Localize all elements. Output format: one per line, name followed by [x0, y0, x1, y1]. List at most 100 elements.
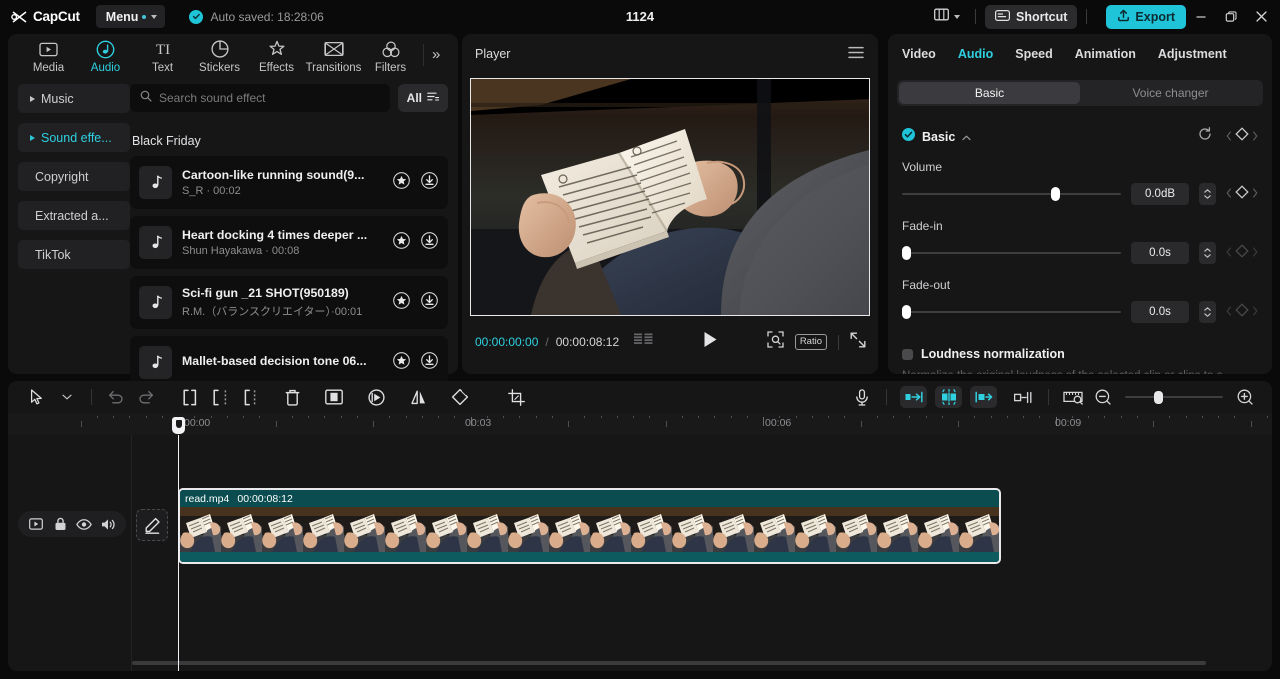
keyframe-diamond-icon[interactable] [1235, 302, 1249, 322]
mirror-icon[interactable] [403, 382, 433, 412]
sidebar-item-sound-effects[interactable]: Sound effe... [18, 123, 130, 152]
filter-button[interactable]: All [397, 84, 448, 112]
play-icon[interactable] [703, 331, 718, 353]
keyframe-prev-icon[interactable] [1226, 244, 1232, 262]
chevron-up-icon[interactable] [962, 128, 971, 146]
minimize-button[interactable] [1186, 0, 1216, 33]
fade-out-slider[interactable] [902, 305, 1121, 319]
favorite-star-icon[interactable] [393, 231, 410, 254]
favorite-star-icon[interactable] [393, 351, 410, 374]
download-icon[interactable] [421, 291, 438, 314]
tab-filters[interactable]: Filters [362, 39, 419, 74]
fade-in-value[interactable]: 0.0s [1131, 242, 1189, 264]
keyframe-diamond-icon[interactable] [1235, 243, 1249, 263]
download-icon[interactable] [421, 171, 438, 194]
keyframe-prev-icon[interactable] [1226, 185, 1232, 203]
search-box[interactable] [130, 84, 390, 112]
zoom-preview-icon[interactable] [767, 331, 784, 353]
timeline-zoom-slider[interactable] [1125, 390, 1223, 404]
keyframe-next-icon[interactable] [1252, 128, 1258, 146]
lock-icon[interactable] [48, 511, 72, 537]
tab-animation[interactable]: Animation [1075, 47, 1150, 61]
auto-cut-icon[interactable] [935, 386, 962, 408]
shortcut-button[interactable]: Shortcut [985, 4, 1078, 29]
reverse-icon[interactable] [361, 382, 391, 412]
volume-stepper[interactable] [1199, 183, 1216, 205]
close-button[interactable] [1246, 0, 1276, 33]
keyframe-prev-icon[interactable] [1226, 128, 1232, 146]
loudness-normalization-row[interactable]: Loudness normalization [902, 347, 1258, 361]
search-input[interactable] [159, 91, 380, 105]
tab-adjustment[interactable]: Adjustment [1158, 47, 1241, 61]
slider-knob[interactable] [902, 305, 911, 319]
keyframe-diamond-icon[interactable] [1235, 127, 1249, 146]
delete-icon[interactable] [277, 382, 307, 412]
zoom-out-icon[interactable] [1088, 382, 1118, 412]
reset-icon[interactable] [1198, 127, 1212, 146]
tab-effects[interactable]: Effects [248, 39, 305, 74]
favorite-star-icon[interactable] [393, 171, 410, 194]
fullscreen-icon[interactable] [850, 332, 866, 353]
layout-button[interactable] [928, 4, 966, 30]
freeze-frame-icon[interactable] [319, 382, 349, 412]
current-timecode[interactable]: 00:00:00:00 [475, 335, 538, 349]
download-icon[interactable] [421, 231, 438, 254]
basic-enable-checkbox[interactable] [902, 127, 915, 146]
volume-icon[interactable] [96, 511, 120, 537]
tab-video[interactable]: Video [902, 47, 950, 61]
pencil-edit-icon[interactable] [136, 509, 168, 541]
ratio-button[interactable]: Ratio [794, 334, 827, 350]
segment-basic[interactable]: Basic [899, 82, 1080, 104]
keyframe-next-icon[interactable] [1252, 244, 1258, 262]
crop-icon[interactable] [501, 382, 531, 412]
export-button[interactable]: Export [1106, 4, 1186, 29]
tab-transitions[interactable]: Transitions [305, 39, 362, 74]
chevron-down-icon[interactable] [52, 382, 82, 412]
tab-media[interactable]: Media [20, 39, 77, 74]
timeline-clip[interactable]: read.mp4 00:00:08:12 [178, 488, 1001, 564]
preview-render-icon[interactable] [1058, 382, 1088, 412]
split-right-icon[interactable] [235, 382, 265, 412]
sidebar-item-copyright[interactable]: Copyright [18, 162, 130, 191]
auto-cut-out-icon[interactable] [970, 386, 997, 408]
slider-knob[interactable] [1050, 187, 1060, 201]
more-tabs-button[interactable]: » [432, 46, 440, 73]
fade-out-stepper[interactable] [1199, 301, 1216, 323]
playhead-handle[interactable] [172, 417, 185, 434]
link-clips-icon[interactable] [1009, 382, 1039, 412]
redo-icon[interactable] [131, 382, 161, 412]
zoom-in-icon[interactable] [1230, 382, 1260, 412]
frames-icon[interactable] [634, 333, 654, 351]
hamburger-icon[interactable] [848, 46, 864, 62]
fade-in-slider[interactable] [902, 246, 1121, 260]
eye-icon[interactable] [72, 511, 96, 537]
timeline-ruler[interactable]: 00:00 00:03 00:06 00:09 [8, 413, 1272, 435]
record-mic-icon[interactable] [847, 382, 877, 412]
maximize-button[interactable] [1216, 0, 1246, 33]
sidebar-item-music[interactable]: Music [18, 84, 130, 113]
loudness-checkbox[interactable] [902, 348, 913, 360]
split-icon[interactable] [205, 382, 235, 412]
tab-audio[interactable]: Audio [958, 47, 1007, 61]
list-item[interactable]: Cartoon-like running sound(9... S_R · 00… [130, 156, 448, 209]
tab-speed[interactable]: Speed [1015, 47, 1067, 61]
tab-stickers[interactable]: Stickers [191, 39, 248, 74]
track-video-icon[interactable] [24, 511, 48, 537]
volume-slider[interactable] [902, 187, 1121, 201]
timeline-horizontal-scrollbar[interactable] [132, 661, 1206, 665]
list-item[interactable]: Heart docking 4 times deeper ... Shun Ha… [130, 216, 448, 269]
keyframe-next-icon[interactable] [1252, 185, 1258, 203]
select-arrow-icon[interactable] [22, 382, 52, 412]
video-preview[interactable] [470, 77, 870, 316]
volume-value[interactable]: 0.0dB [1131, 183, 1189, 205]
segment-voice-changer[interactable]: Voice changer [1080, 82, 1261, 104]
favorite-star-icon[interactable] [393, 291, 410, 314]
fade-in-stepper[interactable] [1199, 242, 1216, 264]
tab-audio[interactable]: Audio [77, 39, 134, 74]
sidebar-item-tiktok[interactable]: TikTok [18, 240, 130, 269]
auto-cut-in-icon[interactable] [900, 386, 927, 408]
timeline-tracks[interactable]: read.mp4 00:00:08:12 [8, 435, 1272, 671]
slider-knob[interactable] [1154, 390, 1164, 404]
rotate-icon[interactable] [445, 382, 475, 412]
list-item[interactable]: Sci-fi gun _21 SHOT(950189) R.M.（バランスクリエ… [130, 276, 448, 329]
